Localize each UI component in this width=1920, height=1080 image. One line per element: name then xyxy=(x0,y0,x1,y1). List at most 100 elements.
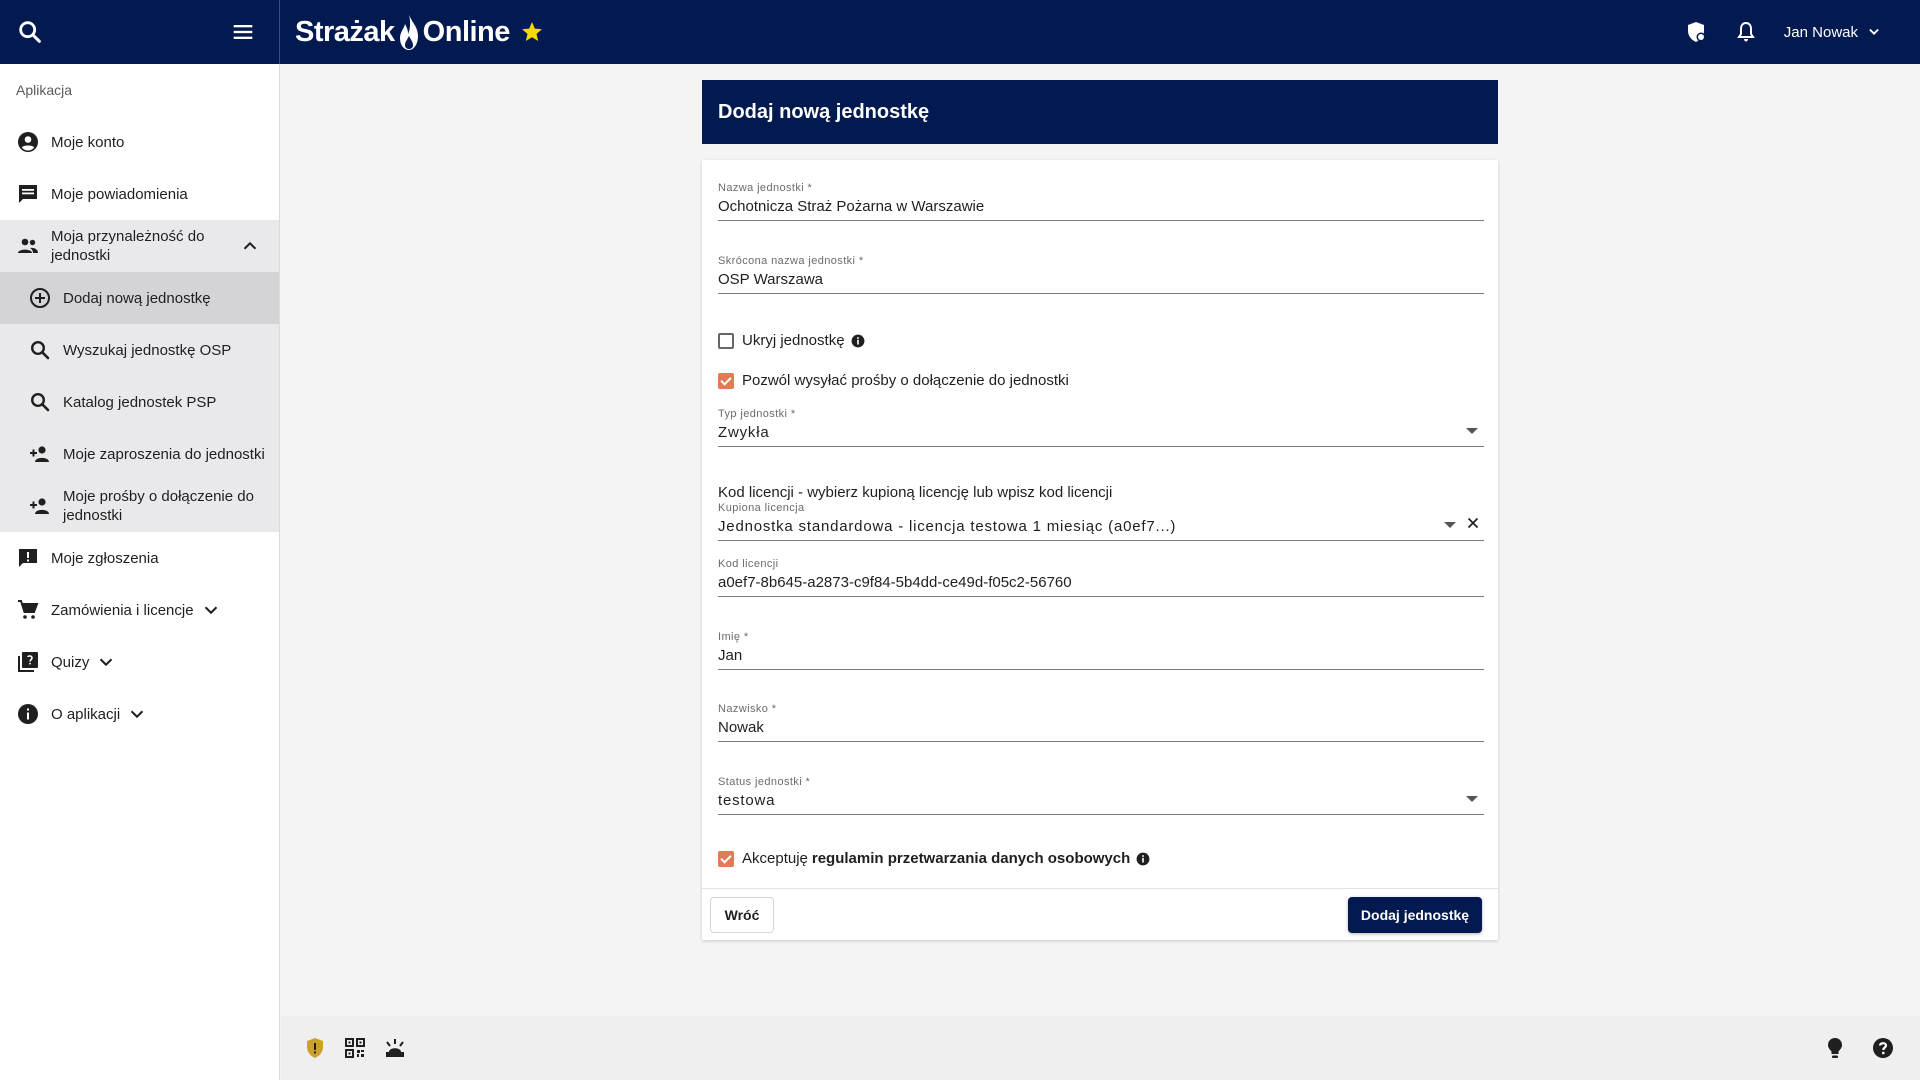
person-add-icon xyxy=(30,498,49,514)
search-icon xyxy=(30,340,50,360)
dropdown-arrow-icon[interactable] xyxy=(1444,522,1456,528)
allow-requests-checkbox[interactable] xyxy=(718,372,734,389)
shield-icon[interactable] xyxy=(1684,20,1708,44)
sidebar-item-my-account[interactable]: Moje konto xyxy=(0,116,279,168)
short-name-label: Skrócona nazwa jednostki * xyxy=(718,255,864,267)
hide-unit-checkbox[interactable] xyxy=(718,332,734,349)
shield-alert-icon[interactable] xyxy=(303,1036,327,1060)
sidebar-item-label: Wyszukaj jednostkę OSP xyxy=(63,341,232,359)
lightbulb-icon[interactable] xyxy=(1823,1036,1847,1060)
terms-link[interactable]: regulamin przetwarzania danych osobowych xyxy=(812,850,1130,867)
add-unit-button[interactable]: Dodaj jednostkę xyxy=(1348,897,1482,933)
status-value[interactable]: testowa xyxy=(718,790,1484,814)
close-icon[interactable] xyxy=(1464,514,1482,532)
sidebar-item-add-unit[interactable]: Dodaj nową jednostkę xyxy=(0,272,279,324)
cart-icon xyxy=(18,600,39,619)
sidebar-item-label: Moje zaproszenia do jednostki xyxy=(63,445,265,463)
sidebar-item-label-line2: jednostki xyxy=(51,247,111,264)
flame-icon xyxy=(399,14,418,50)
sidebar-item-unit-membership[interactable]: Moja przynależność do jednostki xyxy=(0,220,279,272)
person-add-icon xyxy=(30,446,49,462)
dropdown-arrow-icon[interactable] xyxy=(1466,796,1478,802)
first-name-input[interactable]: Jan xyxy=(718,645,1484,669)
sidebar-item-join-requests[interactable]: Moje prośby o dołączenie do jednostki xyxy=(0,480,279,532)
chevron-up-icon[interactable] xyxy=(239,235,261,257)
sidebar-item-reports[interactable]: Moje zgłoszenia xyxy=(0,532,279,584)
sidebar-item-label-line2: jednostki xyxy=(63,507,123,524)
sidebar-item-label: Moje zgłoszenia xyxy=(51,549,159,567)
unit-name-field[interactable]: Nazwa jednostki * Ochotnicza Straż Pożar… xyxy=(718,180,1484,221)
sidebar-item-psp-catalog[interactable]: Katalog jednostek PSP xyxy=(0,376,279,428)
bottom-bar xyxy=(281,1016,1920,1080)
user-menu[interactable]: Jan Nowak xyxy=(1784,22,1884,42)
purchased-license-select[interactable]: Kupiona licencja Jednostka standardowa -… xyxy=(718,500,1484,541)
bell-icon[interactable] xyxy=(1734,20,1758,44)
accept-terms-row: Akceptuję regulamin przetwarzania danych… xyxy=(718,850,1150,867)
first-name-field[interactable]: Imię * Jan xyxy=(718,629,1484,670)
qr-code-icon[interactable] xyxy=(343,1036,367,1060)
purchased-license-value[interactable]: Jednostka standardowa - licencja testowa… xyxy=(718,516,1484,540)
sidebar-item-quizzes[interactable]: Quizy xyxy=(0,636,279,688)
brand-logo[interactable]: Strażak Online xyxy=(295,10,544,54)
status-select[interactable]: Status jednostki * testowa xyxy=(718,774,1484,815)
unit-name-input[interactable]: Ochotnicza Straż Pożarna w Warszawie xyxy=(718,196,1484,220)
unit-name-label: Nazwa jednostki * xyxy=(718,182,813,194)
last-name-input[interactable]: Nowak xyxy=(718,717,1484,741)
search-icon[interactable] xyxy=(16,18,44,46)
message-icon xyxy=(19,185,37,203)
sidebar-item-label-line1: Moje prośby o dołączenie do xyxy=(63,488,254,505)
form-title: Dodaj nową jednostkę xyxy=(702,80,1498,144)
chevron-down-icon xyxy=(100,658,113,667)
last-name-field[interactable]: Nazwisko * Nowak xyxy=(718,701,1484,742)
account-circle-icon xyxy=(18,132,38,152)
short-name-input[interactable]: OSP Warszawa xyxy=(718,269,1484,293)
allow-requests-row: Pozwól wysyłać prośby o dołączenie do je… xyxy=(718,372,1069,389)
menu-icon[interactable] xyxy=(229,18,257,46)
hide-unit-row: Ukryj jednostkę xyxy=(718,332,865,349)
user-name: Jan Nowak xyxy=(1783,23,1858,41)
sidebar-section-label: Aplikacja xyxy=(16,82,73,98)
hide-unit-label: Ukryj jednostkę xyxy=(742,332,845,349)
star-icon xyxy=(521,22,542,41)
first-name-label: Imię * xyxy=(718,631,749,643)
sidebar-item-search-osp[interactable]: Wyszukaj jednostkę OSP xyxy=(0,324,279,376)
status-label: Status jednostki * xyxy=(718,776,811,788)
info-icon[interactable] xyxy=(1136,852,1150,866)
search-icon xyxy=(30,392,50,412)
chevron-down-icon xyxy=(130,710,144,719)
sidebar-item-notifications[interactable]: Moje powiadomienia xyxy=(0,168,279,220)
license-code-label: Kod licencji xyxy=(718,558,779,570)
license-code-field[interactable]: Kod licencji a0ef7-8b645-a2873-c9f84-5b4… xyxy=(718,556,1484,597)
sidebar-item-orders-licenses[interactable]: Zamówienia i licencje xyxy=(0,584,279,636)
help-icon[interactable] xyxy=(1871,1036,1895,1060)
add-circle-icon xyxy=(30,288,50,308)
sidebar-item-label-line1: Moja przynależność do xyxy=(51,228,205,245)
sidebar-item-invitations[interactable]: Moje zaproszenia do jednostki xyxy=(0,428,279,480)
sidebar-item-label: Zamówienia i licencje xyxy=(51,601,194,619)
unit-type-select[interactable]: Typ jednostki * Zwykła xyxy=(718,406,1484,447)
group-icon xyxy=(18,238,38,253)
license-code-input[interactable]: a0ef7-8b645-a2873-c9f84-5b4dd-ce49d-f05c… xyxy=(718,572,1484,596)
brand-right: Online xyxy=(422,15,511,48)
sidebar-item-label: Katalog jednostek PSP xyxy=(63,393,217,411)
add-unit-form: Nazwa jednostki * Ochotnicza Straż Pożar… xyxy=(702,160,1498,940)
short-name-field[interactable]: Skrócona nazwa jednostki * OSP Warszawa xyxy=(718,253,1484,294)
top-bar: Strażak Online Jan Nowak xyxy=(0,0,1920,64)
form-actions: Wróć Dodaj jednostkę xyxy=(702,888,1498,940)
fire-alarm-icon[interactable] xyxy=(383,1036,407,1060)
unit-type-label: Typ jednostki * xyxy=(718,408,796,420)
dropdown-arrow-icon[interactable] xyxy=(1466,428,1478,434)
sidebar-item-label: Quizy xyxy=(51,653,90,671)
back-button[interactable]: Wróć xyxy=(710,897,774,933)
chevron-down-icon xyxy=(204,606,217,615)
sidebar-item-label: Moje powiadomienia xyxy=(51,185,188,203)
sidebar: Aplikacja Moje konto Moje powiadomienia … xyxy=(0,64,280,1080)
topbar-divider xyxy=(279,0,280,64)
sidebar-item-label: O aplikacji xyxy=(51,705,121,723)
accept-terms-checkbox[interactable] xyxy=(718,850,734,867)
info-icon xyxy=(18,704,38,724)
sidebar-item-about[interactable]: O aplikacji xyxy=(0,688,279,740)
brand-left: Strażak xyxy=(295,15,395,48)
info-icon[interactable] xyxy=(851,334,865,348)
unit-type-value[interactable]: Zwykła xyxy=(718,422,1484,446)
